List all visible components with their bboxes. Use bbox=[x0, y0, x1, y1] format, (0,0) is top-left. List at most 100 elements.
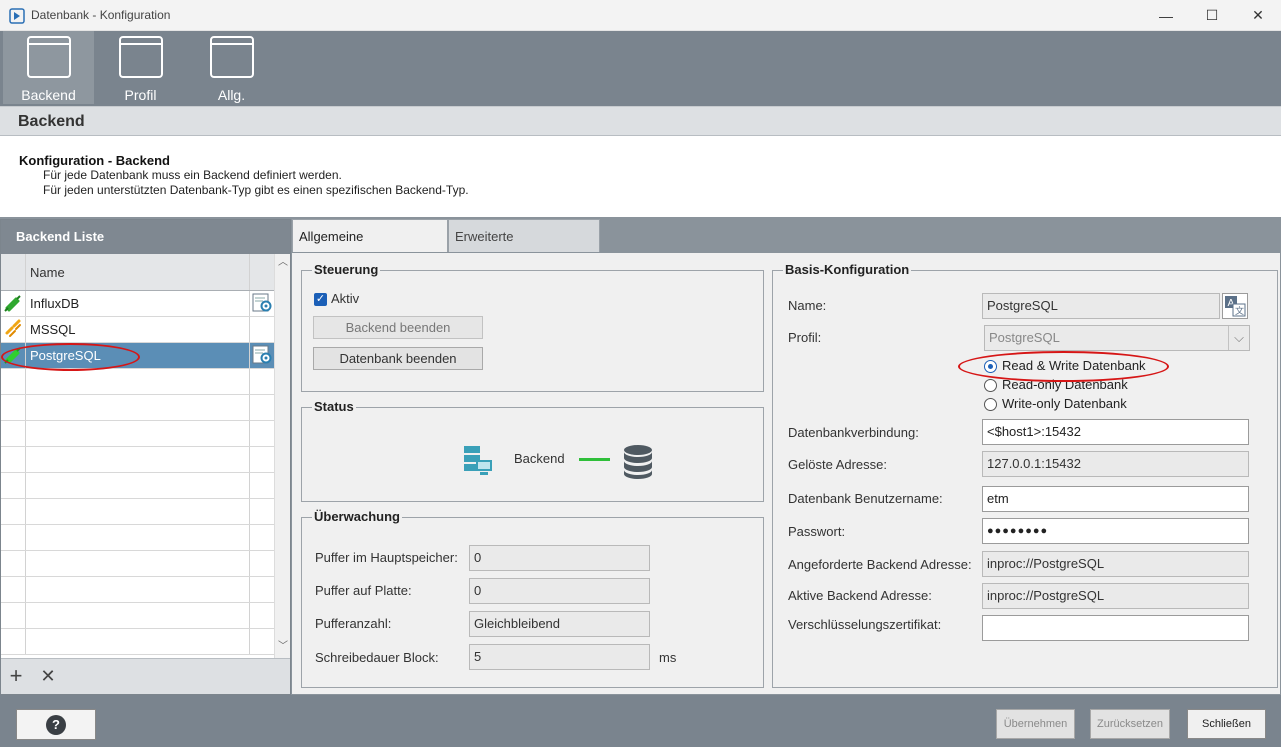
db-user-field[interactable]: etm bbox=[982, 486, 1249, 512]
empty-row bbox=[1, 551, 274, 577]
close-window-button[interactable]: ✕ bbox=[1235, 0, 1281, 31]
ueberwachung-title: Überwachung bbox=[312, 509, 402, 524]
chevron-down-icon[interactable]: ⌵ bbox=[1228, 326, 1249, 350]
grid-cell bbox=[250, 317, 274, 342]
grid-header-cell bbox=[250, 254, 274, 290]
backend-list-title: Backend Liste bbox=[16, 229, 105, 244]
toolbar-allg-button[interactable]: Allg. bbox=[186, 31, 277, 104]
aktiv-label: Aktiv bbox=[331, 291, 360, 306]
status-backend-label: Backend bbox=[514, 451, 565, 466]
settings-panel: Steuerung ✓ Aktiv Backend beenden Datenb… bbox=[291, 252, 1281, 695]
connection-label: Datenbankverbindung: bbox=[788, 425, 919, 440]
description-line-1: Für jede Datenbank muss ein Backend defi… bbox=[43, 168, 342, 182]
remove-backend-button[interactable]: ✕ bbox=[38, 666, 58, 686]
toolbar-profil-button[interactable]: Profil bbox=[95, 31, 186, 104]
connection-field[interactable]: <$host1>:15432 bbox=[982, 419, 1249, 445]
annotation-ellipse bbox=[1, 343, 140, 371]
profil-value: PostgreSQL bbox=[989, 330, 1060, 345]
empty-row bbox=[1, 499, 274, 525]
grid-scrollbar[interactable]: ︿ ﹀ bbox=[274, 254, 290, 658]
window-icon bbox=[27, 36, 71, 78]
tab-erweiterte-einstellungen[interactable]: Erweiterte Einstellungen bbox=[448, 219, 600, 278]
puffer-count-field: Gleichbleibend bbox=[469, 611, 650, 637]
column-header-name[interactable]: Name bbox=[26, 254, 250, 290]
window-icon bbox=[210, 36, 254, 78]
apply-button[interactable]: Übernehmen bbox=[996, 709, 1075, 739]
backend-list-panel: Backend Liste Name InfluxDB MSSQL Postgr… bbox=[0, 219, 291, 695]
profil-label: Profil: bbox=[788, 330, 822, 345]
status-group: Status Backend bbox=[301, 399, 764, 502]
toolbar-backend-button[interactable]: Backend bbox=[3, 31, 94, 104]
datenbank-beenden-button[interactable]: Datenbank beenden bbox=[313, 347, 483, 370]
backend-beenden-button[interactable]: Backend beenden bbox=[313, 316, 483, 339]
write-duration-label: Schreibedauer Block: bbox=[315, 650, 439, 665]
description-line-2: Für jeden unterstützten Datenbank-Typ gi… bbox=[43, 183, 469, 197]
backend-list-header: Backend Liste bbox=[1, 220, 290, 254]
certificate-icon[interactable] bbox=[250, 291, 274, 316]
backend-grid: Name InfluxDB MSSQL PostgreSQL ︿ ﹀ bbox=[1, 254, 290, 658]
title-bar: Datenbank - Konfiguration — ☐ ✕ bbox=[0, 0, 1281, 31]
puffer-disk-field: 0 bbox=[469, 578, 650, 604]
empty-row bbox=[1, 447, 274, 473]
certificate-icon[interactable] bbox=[250, 343, 274, 368]
minimize-button[interactable]: — bbox=[1143, 0, 1189, 31]
empty-row bbox=[1, 629, 274, 655]
write-duration-field: 5 bbox=[469, 644, 650, 670]
requested-address-field: inproc://PostgreSQL bbox=[982, 551, 1249, 577]
steuerung-group: Steuerung ✓ Aktiv Backend beenden Datenb… bbox=[301, 262, 764, 392]
maximize-button[interactable]: ☐ bbox=[1189, 0, 1235, 31]
description-title: Konfiguration - Backend bbox=[19, 153, 170, 168]
server-icon bbox=[464, 446, 492, 475]
puffer-count-label: Pufferanzahl: bbox=[315, 616, 392, 631]
scroll-up-icon[interactable]: ︿ bbox=[277, 258, 289, 268]
mode-wo-radio[interactable] bbox=[984, 398, 997, 411]
translate-icon[interactable]: A文 bbox=[1222, 293, 1248, 319]
toolbar-allg-label: Allg. bbox=[217, 87, 246, 103]
empty-row bbox=[1, 421, 274, 447]
tab-allgemeine-einstellungen[interactable]: Allgemeine Einstellungen bbox=[292, 219, 448, 278]
requested-address-label: Angeforderte Backend Adresse: bbox=[788, 557, 972, 572]
name-field[interactable]: PostgreSQL bbox=[982, 293, 1220, 319]
window-icon bbox=[119, 36, 163, 78]
mode-ro-radio[interactable] bbox=[984, 379, 997, 392]
profil-select[interactable]: PostgreSQL ⌵ bbox=[984, 325, 1250, 351]
window-title: Datenbank - Konfiguration bbox=[31, 8, 171, 22]
plug-connected-icon bbox=[1, 291, 26, 316]
toolbar-profil-label: Profil bbox=[124, 87, 157, 103]
aktiv-checkbox[interactable]: ✓ bbox=[314, 293, 327, 306]
help-button[interactable]: ? bbox=[16, 709, 96, 740]
mode-wo-label: Write-only Datenbank bbox=[1002, 396, 1127, 411]
certificate-field[interactable] bbox=[982, 615, 1249, 641]
table-row[interactable]: InfluxDB bbox=[1, 291, 274, 317]
certificate-label: Verschlüsselungszertifikat: bbox=[788, 617, 942, 632]
resolved-address-field: 127.0.0.1:15432 bbox=[982, 451, 1249, 477]
empty-row bbox=[1, 525, 274, 551]
password-field[interactable]: ●●●●●●●● bbox=[982, 518, 1249, 544]
write-duration-unit: ms bbox=[659, 650, 677, 665]
section-header: Backend bbox=[0, 106, 1281, 136]
empty-row bbox=[1, 577, 274, 603]
reset-button[interactable]: Zurücksetzen bbox=[1090, 709, 1170, 739]
empty-row bbox=[1, 603, 274, 629]
plug-warning-icon bbox=[1, 317, 26, 342]
active-address-label: Aktive Backend Adresse: bbox=[788, 588, 932, 603]
add-backend-button[interactable]: + bbox=[6, 665, 26, 687]
password-label: Passwort: bbox=[788, 524, 846, 539]
backend-name: MSSQL bbox=[26, 317, 250, 342]
scroll-down-icon[interactable]: ﹀ bbox=[277, 642, 289, 652]
empty-row bbox=[1, 395, 274, 421]
grid-header-row: Name bbox=[1, 254, 274, 291]
section-title: Backend bbox=[18, 113, 85, 130]
toolbar: Backend Profil Allg. bbox=[0, 31, 1281, 106]
annotation-ellipse bbox=[958, 351, 1169, 382]
app-icon bbox=[9, 8, 25, 24]
close-button[interactable]: Schließen bbox=[1187, 709, 1266, 739]
table-row[interactable]: MSSQL bbox=[1, 317, 274, 343]
ueberwachung-group: Überwachung Puffer im Hauptspeicher: 0 P… bbox=[301, 509, 764, 688]
status-connection-line bbox=[579, 458, 610, 461]
steuerung-title: Steuerung bbox=[312, 262, 381, 277]
backend-name: InfluxDB bbox=[26, 291, 250, 316]
backend-list-footer: + ✕ bbox=[1, 658, 290, 694]
basis-konfiguration-group: Basis-Konfiguration Name: PostgreSQL A文 … bbox=[772, 262, 1278, 688]
name-label: Name: bbox=[788, 298, 827, 313]
